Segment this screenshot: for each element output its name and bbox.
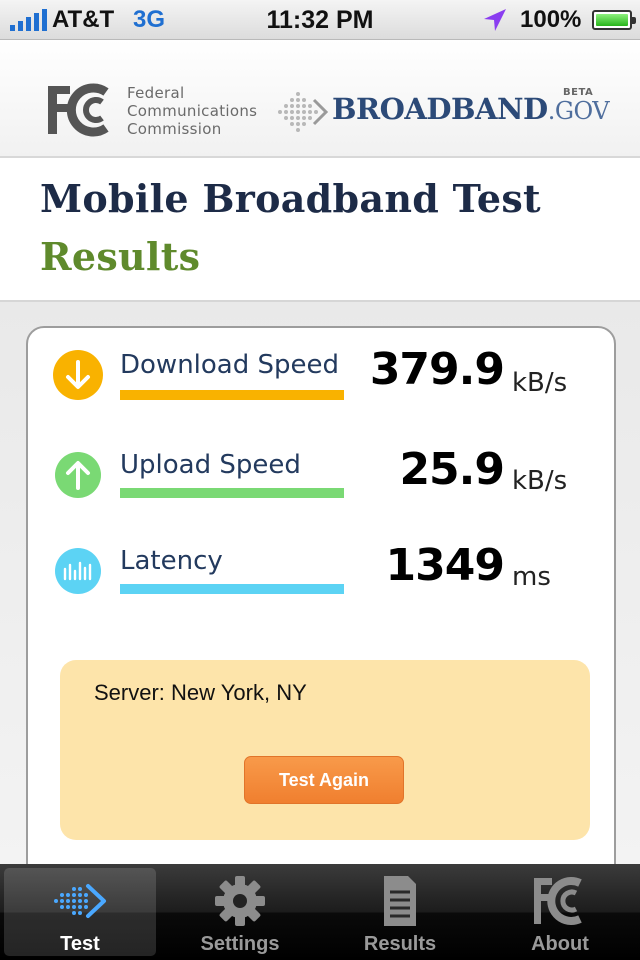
upload-speed-unit: kB/s [512, 466, 568, 496]
upload-speed-value: 25.9 [399, 444, 505, 495]
latency-row: Latency 1349 ms [28, 540, 618, 622]
battery-icon [592, 10, 636, 30]
arrow-up-icon [55, 452, 101, 498]
fcc-logo-icon [48, 83, 109, 137]
location-arrow-icon [484, 9, 506, 31]
test-again-button[interactable]: Test Again [244, 756, 404, 804]
upload-speed-label: Upload Speed [120, 450, 301, 480]
latency-bar [120, 584, 344, 594]
tab-label: Results [363, 933, 437, 955]
latency-label: Latency [120, 546, 223, 576]
status-bar: AT&T 3G 11:32 PM 100% [0, 0, 640, 40]
tab-results[interactable]: Results [320, 864, 480, 960]
latency-unit: ms [512, 562, 551, 592]
upload-speed-bar [120, 488, 344, 498]
page-subtitle: Results [40, 234, 201, 279]
server-panel: Server: New York, NY Test Again [60, 660, 590, 840]
beta-badge: BETA [563, 87, 594, 98]
tab-label: Settings [200, 933, 280, 955]
document-icon [384, 876, 416, 926]
download-speed-bar [120, 390, 344, 400]
battery-percentage: 100% [520, 6, 582, 33]
upload-speed-row: Upload Speed 25.9 kB/s [28, 444, 618, 526]
results-card: Download Speed 379.9 kB/s Upload Speed 2… [26, 326, 616, 886]
gear-icon [215, 876, 265, 926]
tab-label: Test [60, 933, 100, 955]
title-area: Mobile Broadband Test Results [0, 160, 640, 302]
page-title: Mobile Broadband Test [40, 176, 541, 221]
download-speed-value: 379.9 [369, 344, 505, 395]
tab-bar: Test Settings Results About [0, 864, 640, 960]
header-logos: Federal Communications Commission BROADB… [0, 40, 640, 158]
latency-bars-icon [55, 548, 101, 594]
arrow-down-icon [53, 350, 103, 400]
server-location: Server: New York, NY [94, 680, 307, 705]
test-arrow-icon [54, 884, 106, 918]
download-speed-label: Download Speed [120, 350, 340, 380]
tab-settings[interactable]: Settings [160, 864, 320, 960]
tab-test[interactable]: Test [0, 864, 160, 960]
fcc-name: Federal Communications Commission [127, 84, 258, 138]
download-speed-row: Download Speed 379.9 kB/s [28, 344, 618, 426]
tab-label: About [531, 933, 589, 955]
latency-value: 1349 [385, 540, 505, 591]
broadband-dots-icon [278, 92, 329, 132]
tab-about[interactable]: About [480, 864, 640, 960]
fcc-logo-icon [534, 877, 582, 925]
download-speed-unit: kB/s [512, 368, 568, 398]
